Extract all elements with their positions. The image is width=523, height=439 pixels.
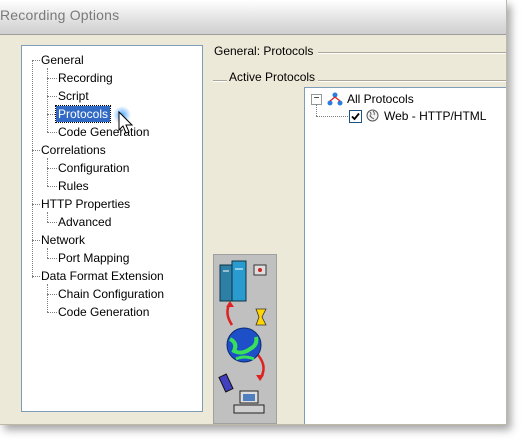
- panel-title: General: Protocols: [214, 44, 314, 58]
- tree-item-configuration[interactable]: Configuration: [58, 160, 129, 176]
- web-http-html-checkbox[interactable]: [349, 110, 362, 123]
- recording-options-window: Recording Options General Recording Scri…: [0, 0, 507, 425]
- arrow-cursor-icon: [113, 106, 134, 134]
- tree-item-port-mapping[interactable]: Port Mapping: [58, 250, 129, 266]
- tree-item-script[interactable]: Script: [58, 88, 89, 104]
- tree-item-dfe-code-generation[interactable]: Code Generation: [58, 304, 149, 320]
- all-protocols-label[interactable]: All Protocols: [347, 91, 414, 107]
- all-protocols-icon: [327, 92, 343, 106]
- tree-item-http-properties[interactable]: HTTP Properties: [41, 196, 130, 212]
- protocols-tree[interactable]: − All Protocols Web - HTTP/HTML: [304, 87, 506, 424]
- network-illustration: [213, 254, 277, 424]
- options-tree[interactable]: General Recording Script Protocols Code …: [21, 45, 203, 412]
- web-http-html-label[interactable]: Web - HTTP/HTML: [384, 108, 486, 124]
- tree-item-rules[interactable]: Rules: [58, 178, 89, 194]
- window-title: Recording Options: [0, 7, 120, 23]
- web-globe-icon: [366, 109, 379, 122]
- tree-item-data-format-extension[interactable]: Data Format Extension: [41, 268, 164, 284]
- tree-item-advanced[interactable]: Advanced: [58, 214, 111, 230]
- tree-item-network[interactable]: Network: [41, 232, 85, 248]
- tree-item-protocols[interactable]: Protocols: [54, 105, 112, 123]
- title-bar: Recording Options: [0, 0, 506, 35]
- tree-item-correlations[interactable]: Correlations: [41, 142, 106, 158]
- active-protocols-label: Active Protocols: [229, 70, 316, 84]
- tree-item-recording[interactable]: Recording: [58, 70, 113, 86]
- tree-item-general[interactable]: General: [41, 52, 84, 68]
- tree-item-chain-configuration[interactable]: Chain Configuration: [58, 286, 164, 302]
